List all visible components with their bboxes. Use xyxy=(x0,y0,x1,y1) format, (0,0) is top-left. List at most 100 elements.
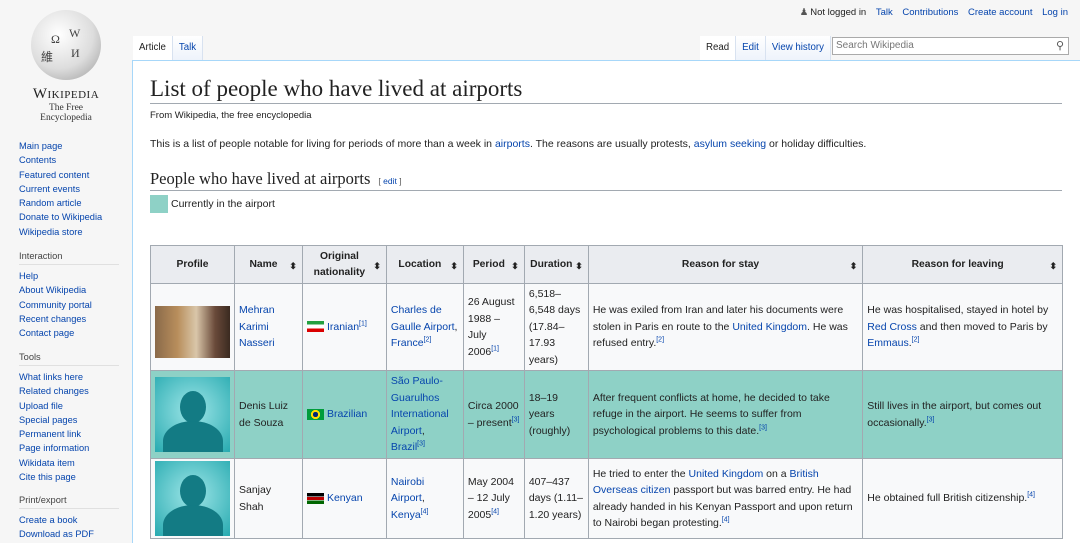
personal-talk-link[interactable]: Talk xyxy=(876,7,893,18)
sort-icon[interactable]: ⬍ xyxy=(450,258,458,274)
inline-link[interactable]: Kenya xyxy=(391,509,421,521)
sidebar-item-wikidata-item[interactable]: Wikidata item xyxy=(19,456,119,470)
text-span: Denis Luiz de Souza xyxy=(239,400,289,429)
sidebar-item-wikipedia-store[interactable]: Wikipedia store xyxy=(19,225,119,239)
sidebar-item-download-as-pdf[interactable]: Download as PDF xyxy=(19,527,119,541)
tools-portal: Tools What links here Related changes Uploa… xyxy=(19,352,119,484)
sidebar-item-main-page[interactable]: Main page xyxy=(19,139,119,153)
search-icon[interactable]: ⚲ xyxy=(1056,39,1064,52)
sidebar-item-help[interactable]: Help xyxy=(19,269,119,283)
sort-icon[interactable]: ⬍ xyxy=(289,258,297,274)
text-span: After frequent conflicts at home, he dec… xyxy=(592,391,830,437)
sidebar-item-about-wikipedia[interactable]: About Wikipedia xyxy=(19,283,119,297)
silhouette-icon[interactable] xyxy=(155,461,230,536)
citation-ref[interactable]: [3] xyxy=(512,416,520,423)
duration-cell: 18–19 years (roughly) xyxy=(523,370,589,459)
sidebar-item-current-events[interactable]: Current events xyxy=(19,182,119,196)
inline-link[interactable]: United Kingdom xyxy=(689,468,764,480)
sort-icon[interactable]: ⬍ xyxy=(575,258,583,274)
text-span: or holiday difficulties. xyxy=(766,138,867,150)
inline-link[interactable]: São Paulo-Guarulhos International Airpor… xyxy=(391,375,449,437)
sort-icon[interactable]: ⬍ xyxy=(850,258,858,274)
sidebar-item-recent-changes[interactable]: Recent changes xyxy=(19,312,119,326)
citation-ref[interactable]: [4] xyxy=(491,508,499,515)
inline-link[interactable]: Emmaus xyxy=(867,337,908,349)
sidebar-item-what-links-here[interactable]: What links here xyxy=(19,370,119,384)
silhouette-head xyxy=(180,475,206,507)
sidebar-item-random-article[interactable]: Random article xyxy=(19,196,119,210)
inline-link[interactable]: Iranian xyxy=(327,321,359,333)
header-label: Original nationality xyxy=(313,250,366,278)
sort-icon[interactable]: ⬍ xyxy=(373,258,381,274)
tab-article[interactable]: Article xyxy=(133,36,173,60)
tab-read[interactable]: Read xyxy=(700,36,737,60)
tab-edit[interactable]: Edit xyxy=(736,36,766,60)
sidebar-item-contents[interactable]: Contents xyxy=(19,153,119,167)
sort-icon[interactable]: ⬍ xyxy=(1049,258,1057,274)
column-header-reason-for-leaving[interactable]: Reason for leaving ⬍ xyxy=(862,245,1063,284)
inline-link[interactable]: Red Cross xyxy=(867,321,917,333)
search-input[interactable]: Search Wikipedia ⚲ xyxy=(832,37,1069,55)
silhouette-icon[interactable] xyxy=(155,377,230,452)
portal-heading: Print/export xyxy=(19,495,119,509)
column-header-reason-for-stay[interactable]: Reason for stay ⬍ xyxy=(587,245,864,284)
inline-link[interactable]: Charles de Gaulle Airport xyxy=(391,304,455,333)
citation-ref[interactable]: [1] xyxy=(359,320,367,327)
flag-icon xyxy=(306,321,324,333)
wikipedia-logo[interactable]: ΩWИ維 Wikipedia The Free Encyclopedia xyxy=(22,10,110,123)
legend-label: Currently in the airport xyxy=(171,198,275,210)
citation-ref[interactable]: [3] xyxy=(417,441,425,448)
tab-view-history[interactable]: View history xyxy=(765,36,831,60)
duration-cell: 6,518–6,548 days (17.84–17.93 years) xyxy=(523,283,589,371)
column-header-original-nationality[interactable]: Original nationality ⬍ xyxy=(301,245,387,284)
inline-link[interactable]: Brazilian xyxy=(327,408,367,420)
sidebar-item-special-pages[interactable]: Special pages xyxy=(19,413,119,427)
page-title: List of people who have lived at airport… xyxy=(150,76,1062,104)
sidebar-item-create-a-book[interactable]: Create a book xyxy=(19,513,119,527)
column-header-duration[interactable]: Duration ⬍ xyxy=(523,245,589,284)
column-header-location[interactable]: Location ⬍ xyxy=(385,245,464,284)
profile-cell xyxy=(150,458,235,539)
sidebar-item-upload-file[interactable]: Upload file xyxy=(19,399,119,413)
inline-link[interactable]: United Kingdom xyxy=(732,321,807,333)
citation-ref[interactable]: [3] xyxy=(759,424,767,431)
sidebar-item-permanent-link[interactable]: Permanent link xyxy=(19,427,119,441)
citation-ref[interactable]: [2] xyxy=(424,337,432,344)
location-cell: Charles de Gaulle Airport, France[2] xyxy=(385,283,464,371)
citation-ref[interactable]: [3] xyxy=(927,416,935,423)
sidebar-item-related-changes[interactable]: Related changes xyxy=(19,384,119,398)
log-in-link[interactable]: Log in xyxy=(1042,7,1068,18)
citation-ref[interactable]: [4] xyxy=(722,517,730,524)
citation-ref[interactable]: [4] xyxy=(1027,492,1035,499)
citation-ref[interactable]: [2] xyxy=(912,337,920,344)
inline-link[interactable]: Mehran Karimi Nasseri xyxy=(239,304,275,349)
profile-cell xyxy=(150,283,235,371)
column-header-period[interactable]: Period ⬍ xyxy=(462,245,525,284)
inline-link[interactable]: Brazil xyxy=(391,441,417,453)
citation-ref[interactable]: [2] xyxy=(656,337,664,344)
inline-link[interactable]: Kenyan xyxy=(327,492,363,504)
profile-photo[interactable] xyxy=(155,306,230,358)
sidebar-item-community-portal[interactable]: Community portal xyxy=(19,298,119,312)
sidebar-item-contact-page[interactable]: Contact page xyxy=(19,326,119,340)
period-cell: May 2004 – 12 July 2005[4] xyxy=(462,458,525,539)
inline-link[interactable]: asylum seeking xyxy=(694,138,766,150)
sidebar-item-donate-to-wikipedia[interactable]: Donate to Wikipedia xyxy=(19,210,119,224)
sidebar-item-cite-this-page[interactable]: Cite this page xyxy=(19,470,119,484)
inline-link[interactable]: airports xyxy=(495,138,530,150)
section-edit-link[interactable]: edit xyxy=(383,176,397,186)
tab-talk[interactable]: Talk xyxy=(172,36,204,60)
sort-icon[interactable]: ⬍ xyxy=(511,258,519,274)
inline-link[interactable]: France xyxy=(391,337,424,349)
page-subtitle: From Wikipedia, the free encyclopedia xyxy=(150,110,312,121)
sidebar-item-page-information[interactable]: Page information xyxy=(19,441,119,455)
citation-ref[interactable]: [4] xyxy=(421,508,429,515)
contributions-link[interactable]: Contributions xyxy=(902,7,958,18)
column-header-name[interactable]: Name ⬍ xyxy=(234,245,303,284)
inline-link[interactable]: Nairobi Airport xyxy=(391,476,424,505)
create-account-link[interactable]: Create account xyxy=(968,7,1032,18)
text-span: and then moved to Paris by xyxy=(916,320,1048,333)
citation-ref[interactable]: [1] xyxy=(491,345,499,352)
silhouette-head xyxy=(180,391,206,423)
sidebar-item-featured-content[interactable]: Featured content xyxy=(19,168,119,182)
